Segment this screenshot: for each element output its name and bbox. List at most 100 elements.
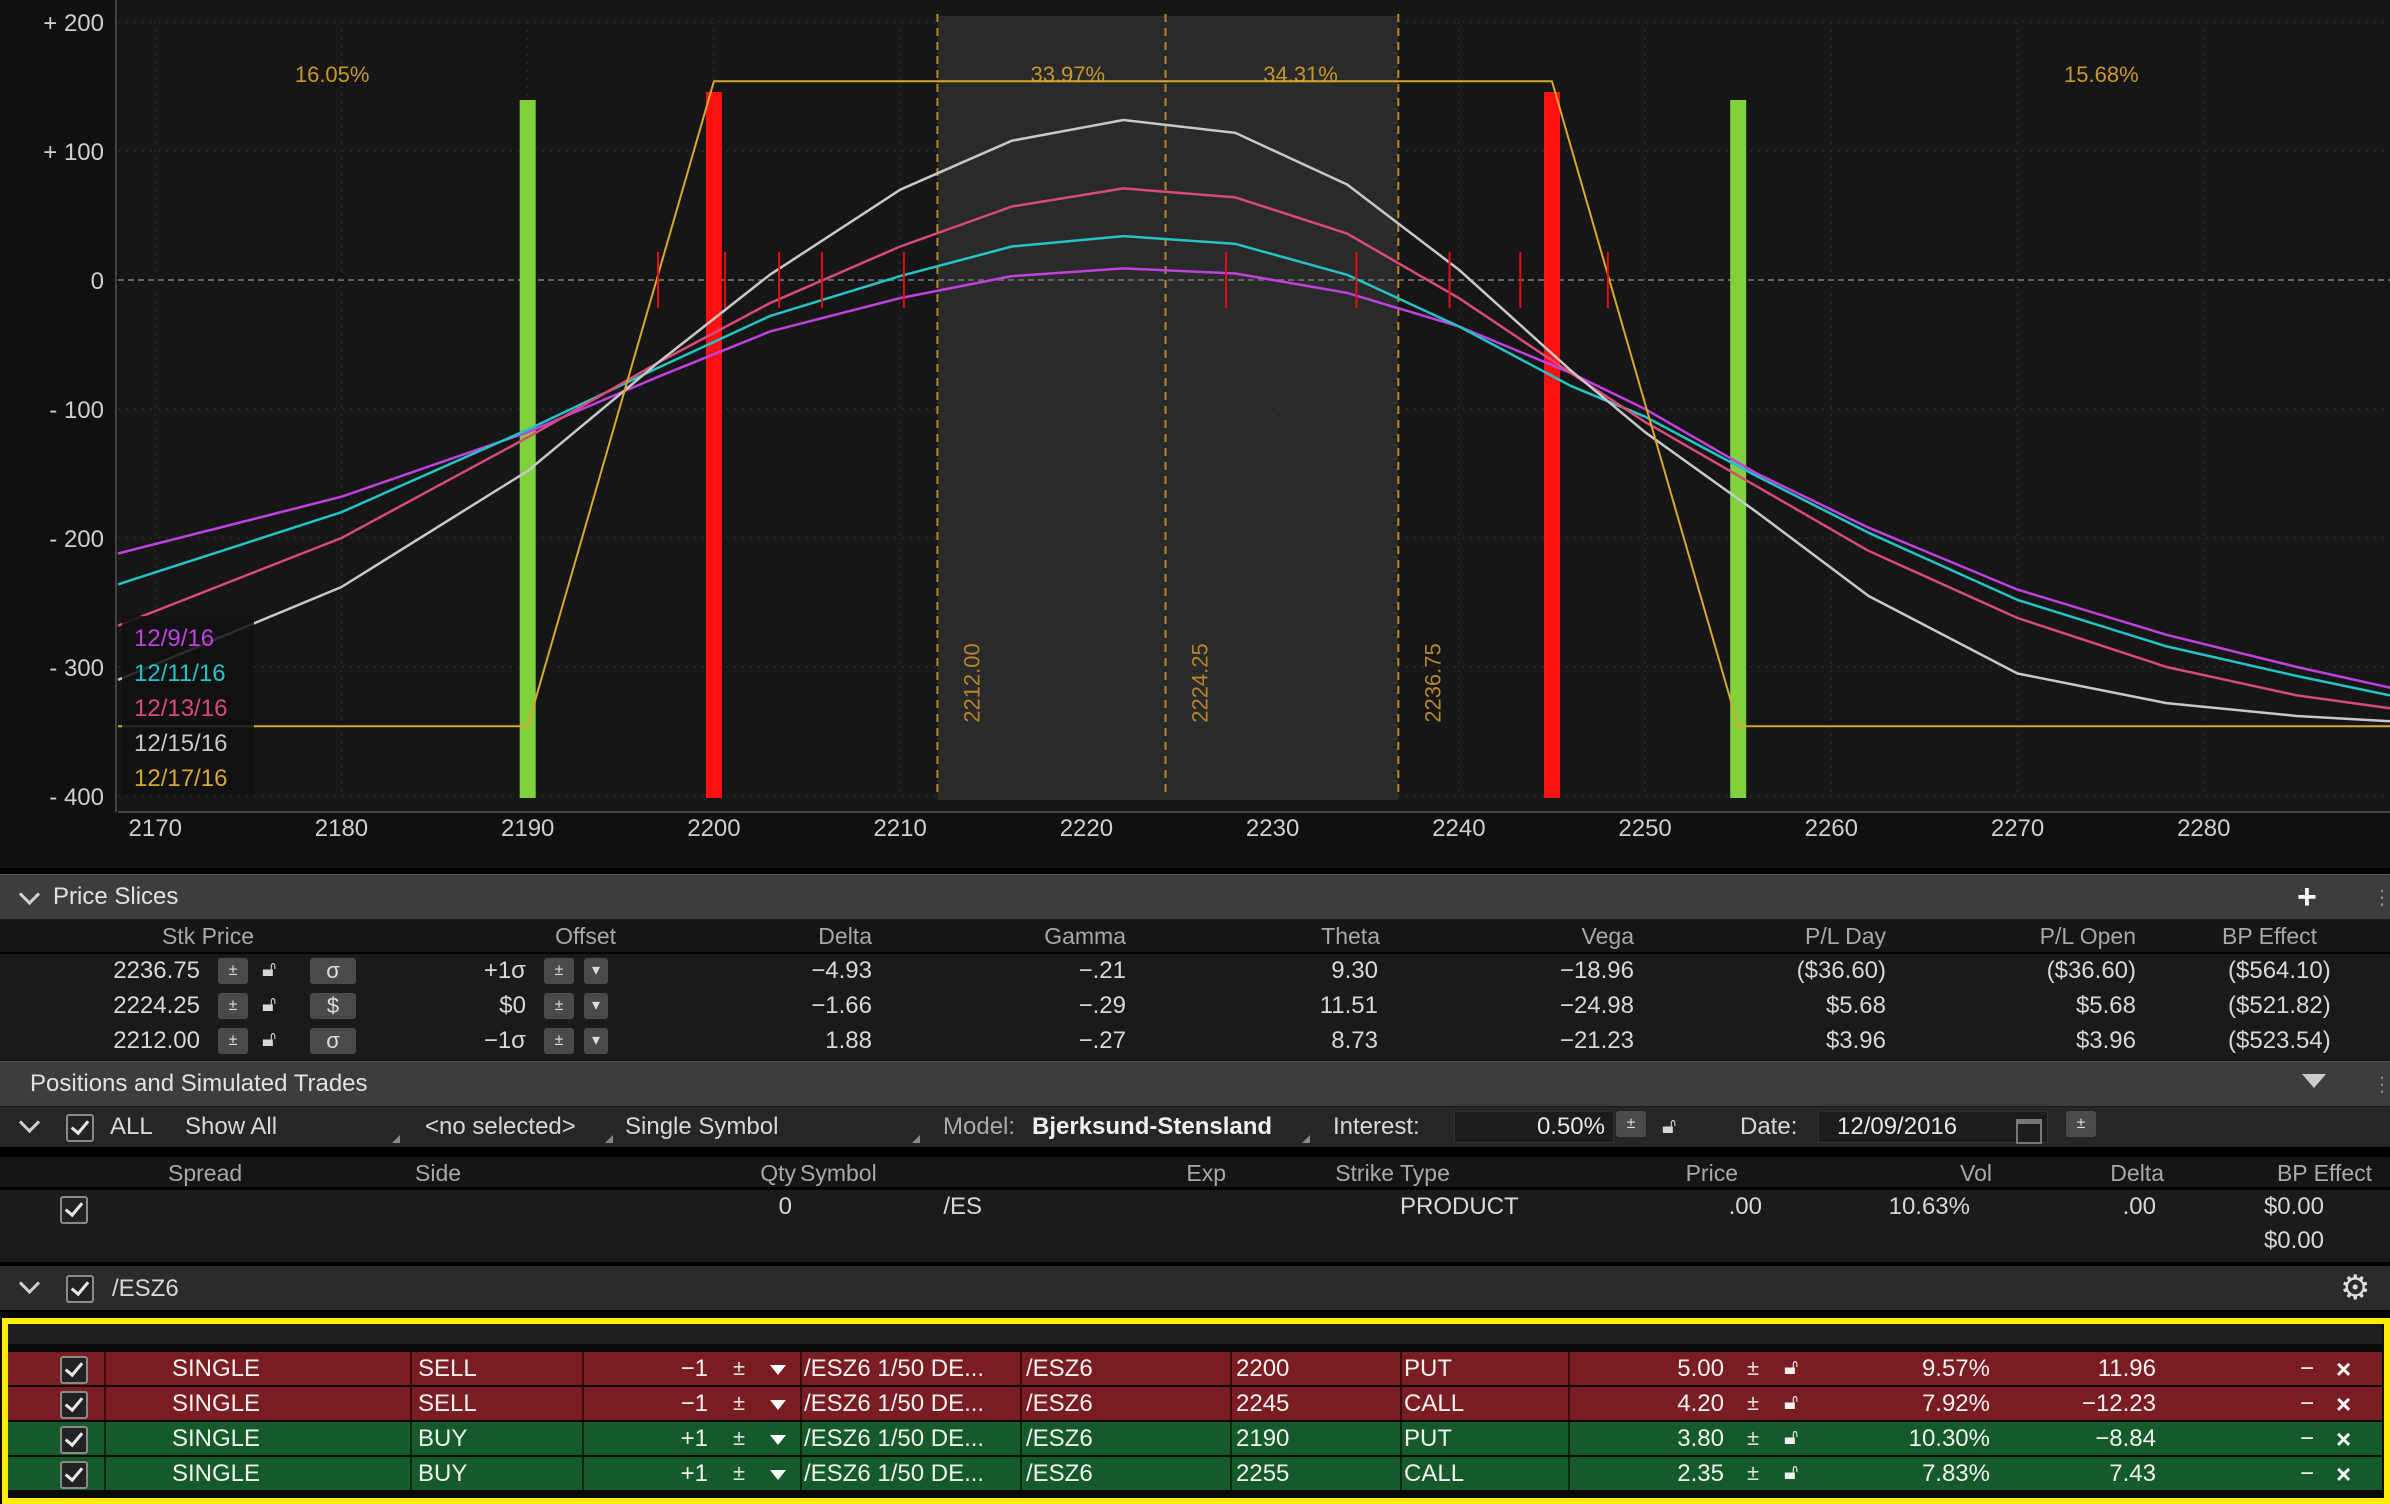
legend-entry: 12/11/16	[134, 660, 226, 687]
y-tick-label: - 300	[49, 655, 104, 682]
lock-icon[interactable]: 🔓︎	[262, 991, 276, 1017]
symbol-mode-dropdown[interactable]: Single Symbol	[625, 1113, 778, 1141]
col-strike[interactable]: Strike	[1240, 1157, 1394, 1189]
model-dropdown[interactable]: Bjerksund-Stensland	[1032, 1113, 1272, 1141]
col-vega[interactable]: Vega	[1450, 920, 1634, 952]
col-delta[interactable]: Delta	[700, 920, 872, 952]
col-vol[interactable]: Vol	[1800, 1157, 1992, 1189]
select-all-checkbox[interactable]	[66, 1114, 94, 1142]
risk-profile-svg[interactable]: + 200 + 100 0 - 100 - 200 - 300 - 400 2170 2180 2…	[0, 0, 2390, 868]
slice-pl-open: ($36.60)	[2046, 957, 2136, 984]
price-slices-header[interactable]: Price Slices + ⋮	[0, 874, 2390, 920]
lock-icon[interactable]: 🔓︎	[1662, 1113, 1676, 1139]
add-slice-button[interactable]: +	[2297, 878, 2317, 917]
product-bp-effect-total: $0.00	[2263, 1227, 2324, 1254]
col-exp[interactable]: Exp	[1050, 1157, 1226, 1189]
stk-price-stepper[interactable]: ±	[218, 958, 248, 984]
drag-handle-icon[interactable]: ⋮	[2372, 885, 2390, 910]
product-price: .00	[1728, 1193, 1762, 1220]
price-slices-table: 2236.75 ± 🔓︎ σ +1σ ± ▾ −4.93 −.21 9.30 −18.96 ($36.…	[0, 954, 2390, 1060]
product-row[interactable]: 0 /ES PRODUCT .00 10.63% .00 $0.00 $0.00	[0, 1190, 2390, 1262]
x-tick-label: 2240	[1432, 815, 1485, 842]
slice-stk-price[interactable]: 2224.25	[60, 989, 200, 1023]
y-tick-label: 0	[91, 268, 104, 295]
gear-icon[interactable]: ⚙	[2340, 1268, 2370, 1308]
price-slice-row[interactable]: 2224.25 ± 🔓︎ $ $0 ± ▾ −1.66 −.29 11.51 −24.98 $5.68…	[0, 989, 2390, 1023]
col-stk-price[interactable]: Stk Price	[100, 920, 254, 952]
col-price[interactable]: Price	[1570, 1157, 1738, 1189]
date-stepper[interactable]: ±	[2066, 1111, 2096, 1137]
offset-mode-button[interactable]: $	[310, 993, 356, 1019]
risk-profile-chart[interactable]: + 200 + 100 0 - 100 - 200 - 300 - 400 2170 2180 2…	[0, 0, 2390, 868]
slice-bp-effect: ($564.10)	[2228, 957, 2331, 984]
col-side[interactable]: Side	[415, 1157, 585, 1189]
collapse-menu-icon[interactable]	[2302, 1074, 2326, 1088]
date-input[interactable]: 12/09/2016	[1818, 1111, 2048, 1143]
show-all-filter[interactable]: Show All	[185, 1113, 277, 1141]
offset-dropdown[interactable]: ▾	[584, 993, 608, 1019]
legend-entry: 12/13/16	[134, 695, 227, 722]
x-tick-label: 2250	[1618, 815, 1671, 842]
x-tick-label: 2190	[501, 815, 554, 842]
slice-offset[interactable]: −1σ	[420, 1024, 526, 1058]
slice-theta: 11.51	[1319, 992, 1378, 1019]
price-slice-row[interactable]: 2236.75 ± 🔓︎ σ +1σ ± ▾ −4.93 −.21 9.30 −18.96 ($36.…	[0, 954, 2390, 988]
positions-header[interactable]: Positions and Simulated Trades ⋮	[0, 1061, 2390, 1107]
y-tick-label: + 100	[43, 139, 104, 166]
col-gamma[interactable]: Gamma	[960, 920, 1126, 952]
offset-stepper[interactable]: ±	[544, 993, 574, 1019]
offset-mode-button[interactable]: σ	[310, 1028, 356, 1054]
lock-icon[interactable]: 🔓︎	[262, 1026, 276, 1052]
slice-offset[interactable]: $0	[420, 989, 526, 1023]
interest-input[interactable]: 0.50%	[1454, 1111, 1614, 1143]
calendar-icon[interactable]	[2016, 1119, 2042, 1144]
y-tick-label: + 200	[43, 10, 104, 37]
chevron-down-icon[interactable]	[18, 1111, 41, 1134]
chevron-down-icon[interactable]	[18, 883, 41, 905]
product-vol: 10.63%	[1888, 1193, 1970, 1220]
offset-stepper[interactable]: ±	[544, 958, 574, 984]
col-delta[interactable]: Delta	[2000, 1157, 2164, 1189]
slice-stk-price[interactable]: 2236.75	[60, 954, 200, 988]
highlight-box	[2, 1318, 2390, 1504]
offset-mode-button[interactable]: σ	[310, 958, 356, 984]
col-theta[interactable]: Theta	[1200, 920, 1380, 952]
interest-stepper[interactable]: ±	[1616, 1111, 1646, 1137]
col-qty[interactable]: Qty	[590, 1157, 796, 1189]
group-row-esz6[interactable]: /ESZ6 ⚙	[0, 1266, 2390, 1310]
x-tick-label: 2230	[1246, 815, 1299, 842]
product-type: PRODUCT	[1400, 1193, 1519, 1220]
x-tick-label: 2260	[1805, 815, 1858, 842]
stk-price-stepper[interactable]: ±	[218, 993, 248, 1019]
col-offset[interactable]: Offset	[400, 920, 616, 952]
product-checkbox[interactable]	[60, 1196, 88, 1224]
positions-title: Positions and Simulated Trades	[30, 1070, 368, 1097]
drag-handle-icon[interactable]: ⋮	[2372, 1072, 2390, 1097]
short-strike-bar	[1543, 92, 1560, 798]
dropdown-corner-icon	[392, 1135, 400, 1143]
stk-price-stepper[interactable]: ±	[218, 1028, 248, 1054]
lock-icon[interactable]: 🔓︎	[262, 956, 276, 982]
offset-dropdown[interactable]: ▾	[584, 1028, 608, 1054]
product-qty: 0	[778, 1193, 792, 1220]
x-tick-label: 2220	[1060, 815, 1113, 842]
price-slices-column-header: Stk Price Offset Delta Gamma Theta Vega …	[0, 920, 2390, 952]
selection-dropdown[interactable]: <no selected>	[425, 1113, 576, 1141]
chevron-down-icon[interactable]	[18, 1272, 41, 1295]
col-bp-effect[interactable]: BP Effect	[2180, 1157, 2372, 1189]
offset-dropdown[interactable]: ▾	[584, 958, 608, 984]
col-bp-effect[interactable]: BP Effect	[2222, 920, 2390, 952]
slice-offset[interactable]: +1σ	[420, 954, 526, 988]
col-symbol[interactable]: Symbol	[800, 1157, 1000, 1189]
date-label: Date:	[1740, 1113, 1798, 1140]
slice-gamma: −.21	[1078, 957, 1126, 984]
group-checkbox[interactable]	[66, 1275, 94, 1303]
price-slice-row[interactable]: 2212.00 ± 🔓︎ σ −1σ ± ▾ 1.88 −.27 8.73 −21.23 $3.96 $…	[0, 1024, 2390, 1058]
col-type[interactable]: Type	[1400, 1157, 1560, 1189]
col-spread[interactable]: Spread	[168, 1157, 408, 1189]
slice-stk-price[interactable]: 2212.00	[60, 1024, 200, 1058]
offset-stepper[interactable]: ±	[544, 1028, 574, 1054]
col-pl-open[interactable]: P/L Open	[1950, 920, 2136, 952]
col-pl-day[interactable]: P/L Day	[1700, 920, 1886, 952]
y-tick-label: - 200	[49, 526, 104, 553]
